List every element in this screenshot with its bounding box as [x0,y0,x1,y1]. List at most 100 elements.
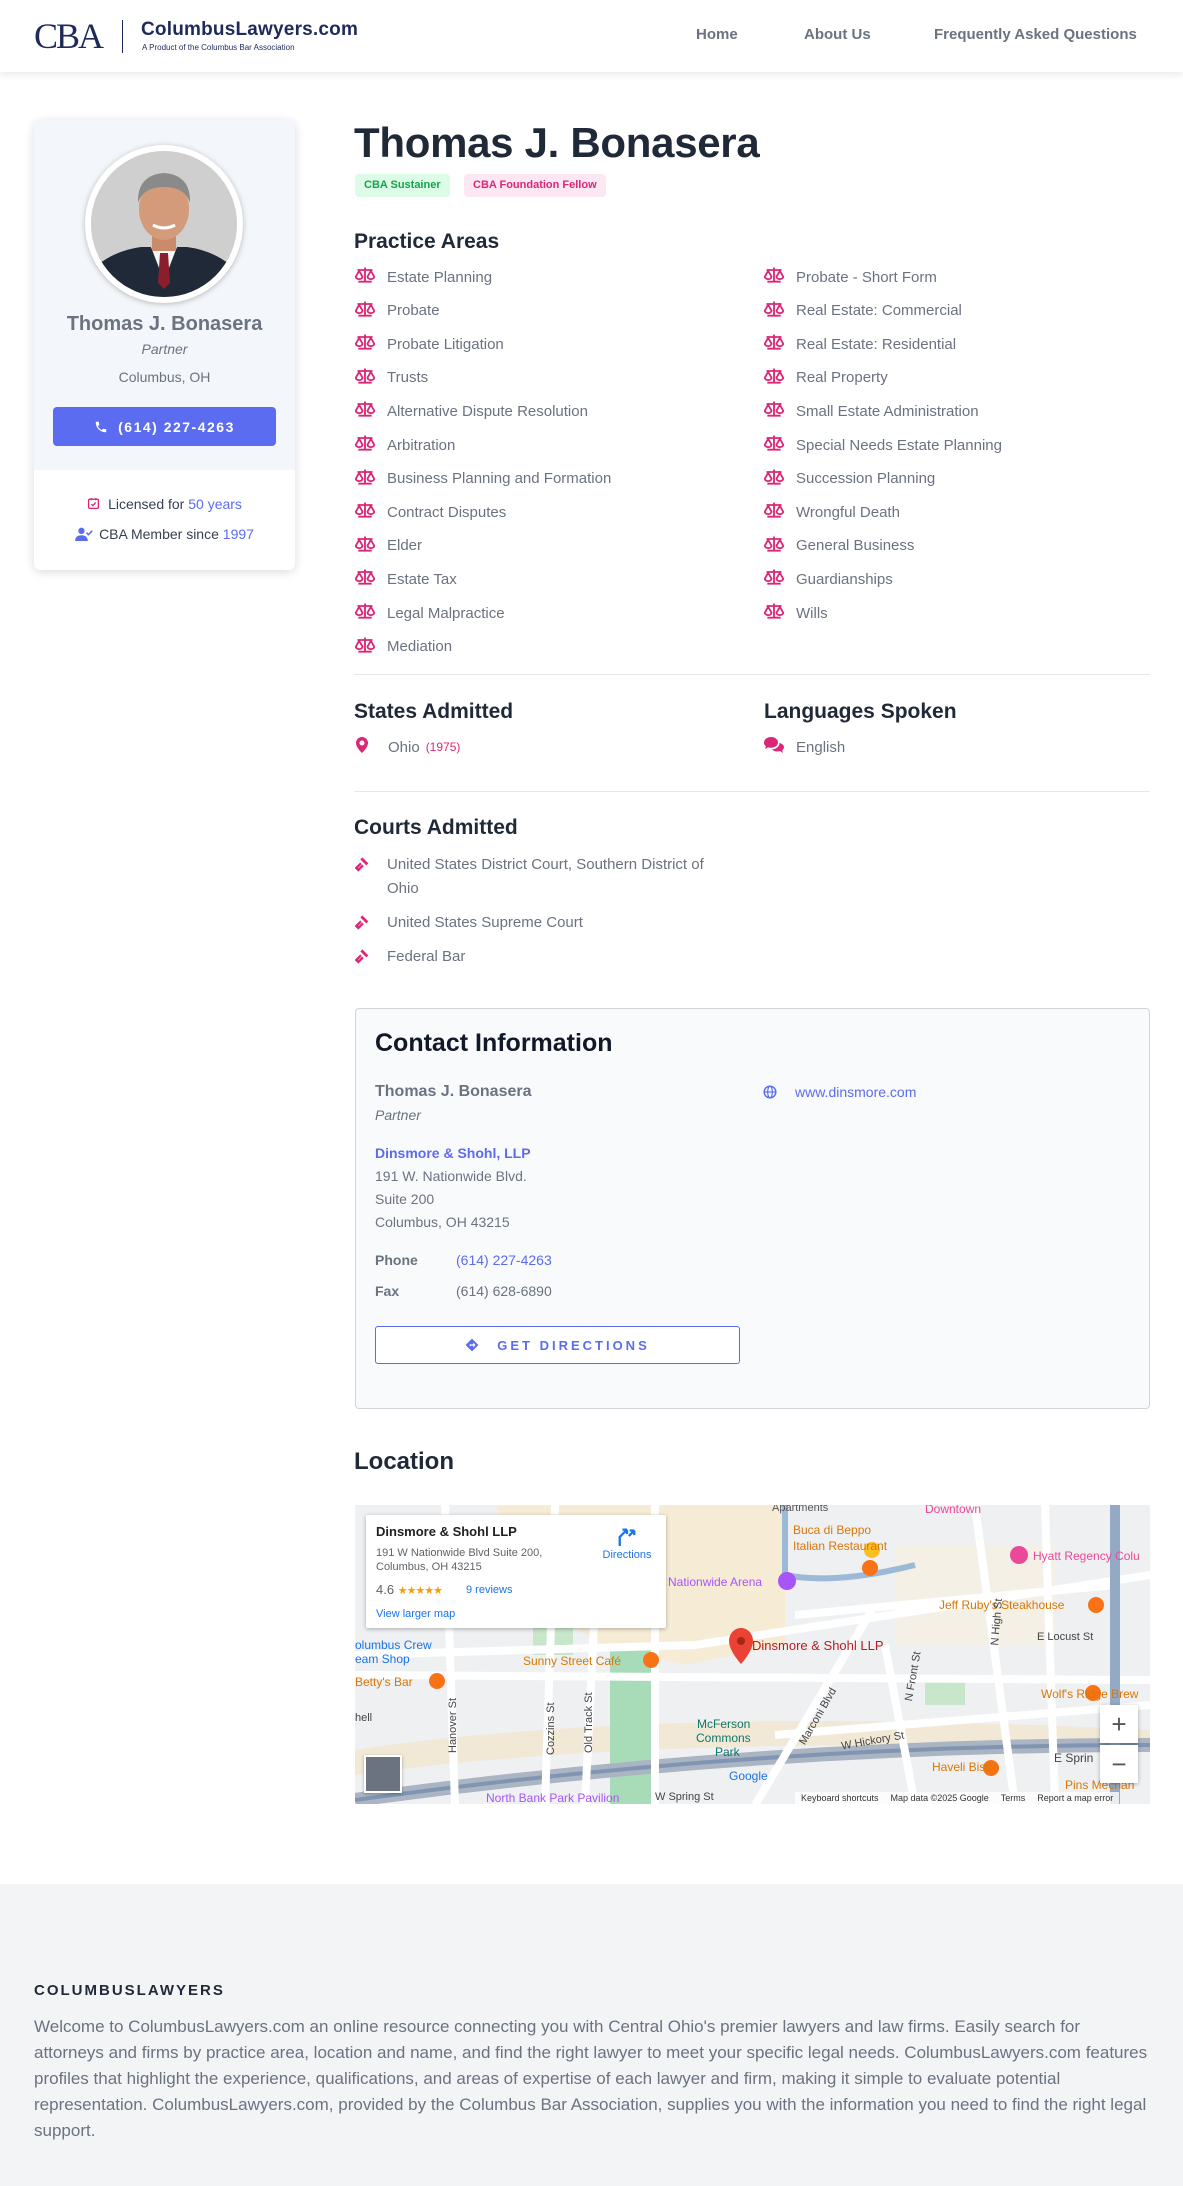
map-zoom-out-button[interactable]: − [1100,1745,1138,1783]
website-link[interactable]: www.dinsmore.com [763,1084,916,1100]
map-pin-icon [356,737,368,757]
site-header: CBA ColumbusLawyers.com A Product of the… [0,0,1183,72]
court-name: United States Supreme Court [387,914,583,931]
map-reviews-link[interactable]: 9 reviews [466,1584,512,1596]
practice-area-item: Business Planning and Formation [354,469,611,489]
balance-scale-icon [763,536,786,556]
practice-area-item: Probate [354,301,440,321]
user-check-icon [75,527,93,541]
court-name: United States District Court, Southern D… [387,856,704,897]
attorney-name-heading: Thomas J. Bonasera [354,119,760,166]
badge-cba-foundation-fellow: CBA Foundation Fellow [464,174,606,197]
map-zoom-in-button[interactable]: + [1100,1705,1138,1743]
balance-scale-icon [354,334,377,354]
contact-title: Partner [375,1107,421,1123]
balance-scale-icon [763,301,786,321]
fax-label: Fax [375,1283,400,1299]
balance-scale-icon [354,469,377,489]
practice-area-item: Elder [354,536,423,556]
practice-area-item: Succession Planning [763,469,936,489]
avatar [85,145,243,303]
address-line-1: 191 W. Nationwide Blvd. [375,1168,527,1184]
practice-area-item: Alternative Dispute Resolution [354,401,588,421]
call-button-label: (614) 227-4263 [118,418,235,435]
balance-scale-icon [763,469,786,489]
practice-area-item: Special Needs Estate Planning [763,435,1002,455]
practice-area-label: Mediation [387,638,453,656]
court-item: United States District Court, Southern D… [354,853,735,901]
call-button[interactable]: (614) 227-4263 [53,407,276,446]
practice-area-label: Succession Planning [796,470,936,488]
balance-scale-icon [763,368,786,388]
map-place-address: 191 W Nationwide Blvd Suite 200, Columbu… [376,1547,543,1573]
phone-label: Phone [375,1252,418,1268]
court-item: Federal Bar [354,945,735,972]
practice-area-label: Real Property [796,369,888,387]
practice-area-label: Elder [387,537,423,555]
website-url: www.dinsmore.com [795,1084,917,1100]
court-item: United States Supreme Court [354,911,735,938]
logo-divider [122,20,123,53]
practice-area-label: Small Estate Administration [796,402,979,420]
phone-icon [95,421,107,432]
practice-area-label: Guardianships [796,570,893,588]
practice-area-item: Real Estate: Commercial [763,301,962,321]
directions-icon [465,1338,479,1352]
balance-scale-icon [354,603,377,623]
balance-scale-icon [354,637,377,657]
card-title: Partner [141,341,188,357]
map-directions-link[interactable]: Directions [596,1526,658,1561]
balance-scale-icon [763,401,786,421]
practice-area-label: Special Needs Estate Planning [796,436,1002,454]
contact-information-panel: Contact Information Thomas J. Bonasera P… [355,1008,1150,1409]
comments-icon [764,737,784,757]
balance-scale-icon [763,569,786,589]
profile-card: Thomas J. Bonasera Partner Columbus, OH … [34,120,295,570]
practice-area-label: Arbitration [387,436,456,454]
practice-area-item: Contract Disputes [354,502,506,522]
phone-link[interactable]: (614) 227-4263 [456,1252,552,1268]
licensed-years: 50 years [188,496,242,512]
directions-arrow-icon [618,1528,636,1546]
globe-icon [763,1085,777,1099]
court-name: Federal Bar [387,948,466,965]
portrait-image [91,151,237,297]
divider [354,674,1150,675]
address-city: Columbus, OH 43215 [375,1214,510,1230]
nav-faq[interactable]: Frequently Asked Questions [934,26,1137,43]
courts-admitted-heading: Courts Admitted [354,816,518,839]
contact-heading: Contact Information [375,1029,613,1057]
practice-area-label: Trusts [387,369,429,387]
language-item: English [764,737,845,757]
practice-area-item: Mediation [354,637,453,657]
balance-scale-icon [354,368,377,388]
nav-about-us[interactable]: About Us [804,26,871,43]
states-admitted-heading: States Admitted [354,700,514,723]
practice-area-item: Trusts [354,368,429,388]
location-heading: Location [354,1448,454,1475]
map-pin-label: Dinsmore & Shohl LLP [752,1638,884,1653]
practice-area-label: Estate Planning [387,268,493,286]
map-footer: Keyboard shortcuts Map data ©2025 Google… [795,1792,1120,1804]
site-name[interactable]: ColumbusLawyers.com [141,19,358,41]
map-info-card: Dinsmore & Shohl LLP 191 W Nationwide Bl… [366,1515,666,1628]
google-map[interactable]: Apartments Downtown Buca di Beppo Italia… [355,1505,1150,1804]
google-logo: Google [729,1769,768,1783]
practice-area-label: Probate [387,302,440,320]
practice-area-item: Wrongful Death [763,502,900,522]
language-name: English [796,738,846,756]
firm-link[interactable]: Dinsmore & Shohl, LLP [375,1145,531,1161]
cba-logo[interactable]: CBA [34,14,104,58]
practice-area-item: Estate Planning [354,267,493,287]
map-satellite-toggle[interactable] [364,1755,402,1793]
view-larger-map-link[interactable]: View larger map [376,1608,455,1620]
practice-area-item: Wills [763,603,828,623]
nav-home[interactable]: Home [696,26,738,43]
gavel-icon [354,853,377,880]
practice-area-label: Wills [796,604,828,622]
practice-area-item: Arbitration [354,435,456,455]
get-directions-button[interactable]: GET DIRECTIONS [375,1326,740,1364]
licensed-stat: Licensed for 50 years [34,496,295,512]
practice-area-item: Real Property [763,368,888,388]
get-directions-label: GET DIRECTIONS [497,1337,650,1353]
